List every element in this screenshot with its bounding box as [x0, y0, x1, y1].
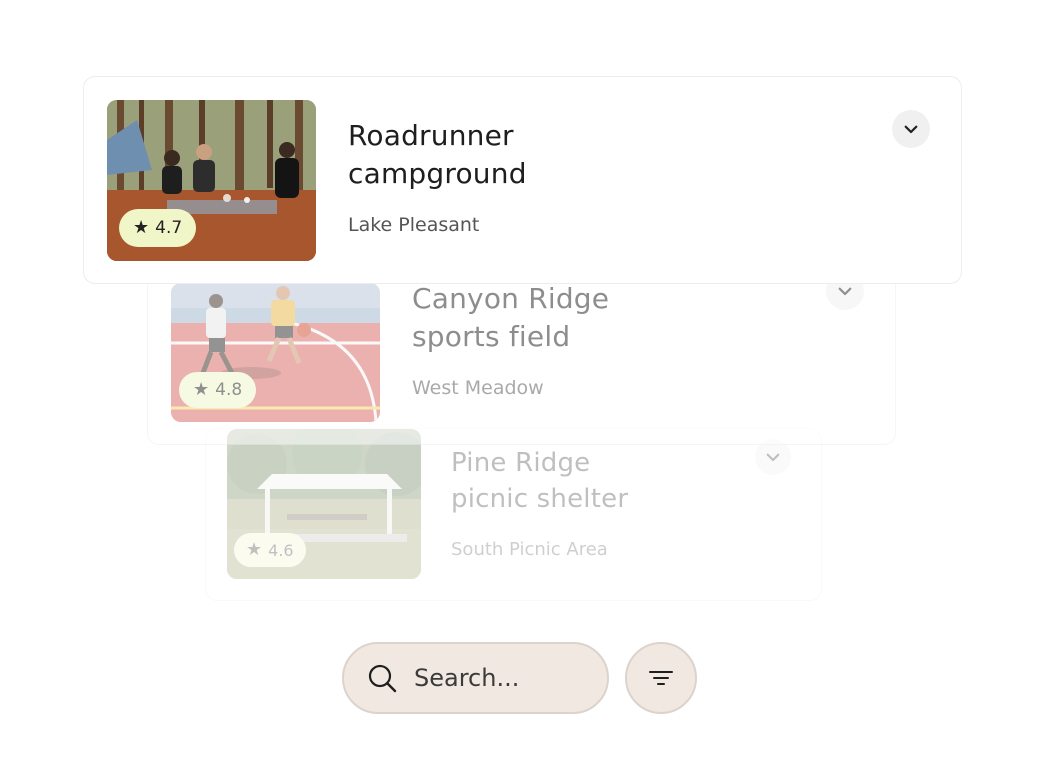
- results-screen: ★ 4.6 Pine Ridge picnic shelter South Pi…: [0, 0, 1040, 776]
- star-icon: ★: [246, 539, 263, 560]
- result-image: ★ 4.6: [227, 429, 421, 579]
- result-title-line-1: Roadrunner: [348, 119, 514, 152]
- expand-button[interactable]: [892, 110, 930, 148]
- star-icon: ★: [133, 217, 150, 238]
- result-location: Lake Pleasant: [348, 214, 480, 236]
- result-card-pine-ridge[interactable]: ★ 4.6 Pine Ridge picnic shelter South Pi…: [205, 428, 822, 601]
- search-icon: [368, 664, 397, 693]
- filter-button[interactable]: [625, 642, 697, 714]
- rating-badge: ★ 4.6: [234, 533, 306, 567]
- rating-badge: ★ 4.8: [179, 372, 257, 408]
- rating-badge: ★ 4.7: [119, 209, 197, 247]
- search-bar[interactable]: [342, 642, 609, 714]
- result-title-line-1: Pine Ridge: [451, 448, 591, 478]
- result-title-line-1: Canyon Ridge: [412, 282, 610, 315]
- result-title-line-2: picnic shelter: [451, 484, 629, 514]
- result-title-line-2: sports field: [412, 320, 571, 353]
- filter-icon: [649, 671, 673, 685]
- result-title: Roadrunner campground: [348, 117, 678, 193]
- result-location: West Meadow: [412, 377, 544, 399]
- result-image: ★ 4.7: [107, 100, 316, 261]
- rating-value: 4.7: [155, 218, 183, 238]
- result-card-canyon-ridge[interactable]: ★ 4.8 Canyon Ridge sports field West Mea…: [147, 262, 896, 445]
- result-title: Pine Ridge picnic shelter: [451, 445, 771, 517]
- result-title: Canyon Ridge sports field: [412, 280, 742, 356]
- result-location: South Picnic Area: [451, 539, 608, 560]
- star-icon: ★: [193, 379, 210, 400]
- chevron-down-icon: [904, 125, 918, 134]
- result-image: ★ 4.8: [171, 283, 380, 422]
- search-input[interactable]: [412, 663, 596, 693]
- rating-value: 4.8: [215, 380, 243, 400]
- chevron-down-icon: [838, 287, 852, 296]
- rating-value: 4.6: [268, 540, 294, 560]
- result-card-roadrunner[interactable]: ★ 4.7 Roadrunner campground Lake Pleasan…: [83, 76, 962, 284]
- result-title-line-2: campground: [348, 157, 527, 190]
- chevron-down-icon: [766, 453, 780, 462]
